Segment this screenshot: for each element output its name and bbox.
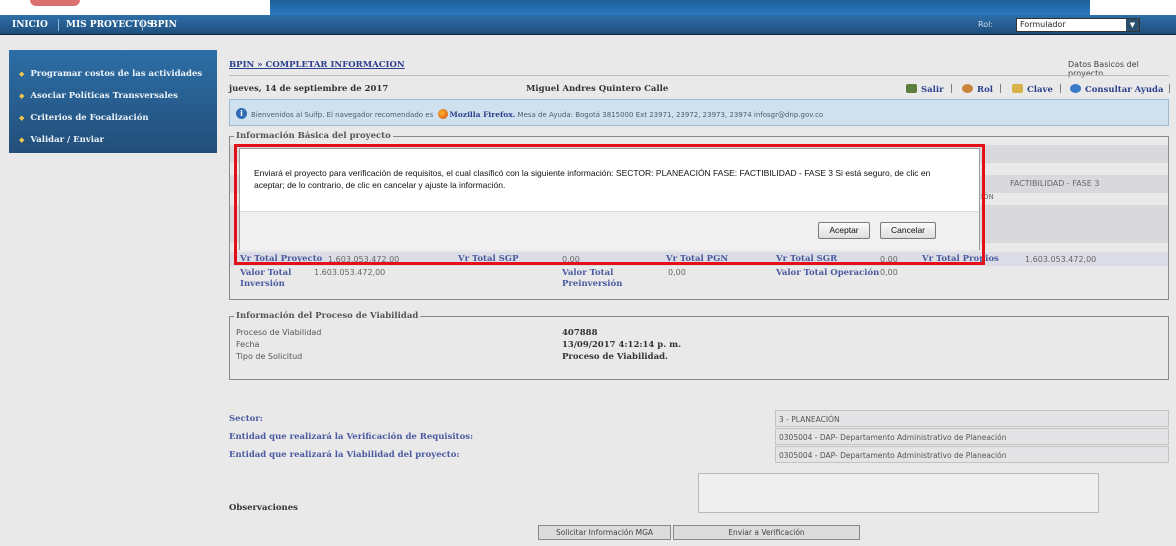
inversion-value: 1.603.053.472,00 (314, 268, 386, 277)
enviar-verificacion-button[interactable]: Enviar a Verificación (673, 525, 860, 540)
bullet-icon: ◆ (19, 113, 25, 122)
firefox-icon (437, 109, 448, 119)
sidebar-item-criterios[interactable]: ◆ Criterios de Focalización (19, 113, 149, 123)
viability-row-label: Fecha (236, 340, 260, 349)
salir-link[interactable]: Salir (906, 84, 944, 95)
viability-row-value: 13/09/2017 4:12:14 p. m. (562, 340, 682, 350)
observaciones-label: Observaciones (229, 503, 298, 513)
role-select[interactable]: Formulador ▼ (1016, 18, 1140, 32)
verificacion-field: 0305004 - DAP- Departamento Administrati… (775, 428, 1169, 445)
welcome-text: Bienvenidos al Suifp. El navegador recom… (251, 109, 824, 119)
viability-row-value: Proceso de Viabilidad. (562, 352, 669, 362)
viability-row-label: Tipo de Solicitud (236, 352, 303, 361)
sidebar-item-validar-enviar[interactable]: ◆ Validar / Enviar (19, 135, 104, 145)
operacion-label: Valor Total Operación (776, 268, 880, 278)
help-icon (1070, 84, 1081, 93)
viabilidad-label: Entidad que realizará la Viabilidad del … (229, 450, 460, 460)
solicitar-mga-button[interactable]: Solicitar Información MGA (538, 525, 671, 540)
section-legend: Información del Proceso de Viabilidad (234, 311, 421, 321)
viability-row-label: Proceso de Viabilidad (236, 328, 322, 337)
chevron-down-icon[interactable]: ▼ (1126, 19, 1139, 31)
exit-icon (906, 84, 917, 93)
consultar-ayuda-link[interactable]: Consultar Ayuda (1070, 84, 1164, 95)
sidebar-item-label: Criterios de Focalización (30, 113, 149, 123)
link-separator: | (950, 84, 953, 94)
total-propios-value: 1.603.053.472,00 (1025, 255, 1097, 264)
preinversion-value: 0,00 (668, 268, 686, 277)
verificacion-label: Entidad que realizará la Verificación de… (229, 432, 474, 442)
sidebar-item-politicas[interactable]: ◆ Asociar Políticas Transversales (19, 91, 178, 101)
user-name: Miguel Andres Quintero Calle (526, 84, 669, 94)
top-banner (0, 0, 1176, 15)
divider (229, 75, 1169, 76)
clave-link[interactable]: Clave (1012, 84, 1053, 95)
link-separator: | (999, 84, 1002, 94)
firefox-link[interactable]: Mozilla Firefox. (450, 110, 516, 119)
observaciones-textarea[interactable] (698, 473, 1099, 513)
nav-mis-proyectos[interactable]: MIS PROYECTOS (66, 15, 153, 35)
sidebar-item-programar-costos[interactable]: ◆ Programar costos de las actividades (19, 69, 202, 79)
highlight-box (234, 144, 985, 265)
rol-link[interactable]: Rol (962, 84, 993, 95)
viability-row-value: 407888 (562, 328, 598, 338)
nav-divider (58, 19, 59, 31)
current-date: jueves, 14 de septiembre de 2017 (229, 84, 389, 94)
operacion-value: 0,00 (880, 268, 898, 277)
bullet-icon: ◆ (19, 135, 25, 144)
user-icon (962, 84, 973, 93)
sector-field: 3 - PLANEACIÓN (775, 410, 1169, 427)
logo (30, 0, 80, 6)
role-label: Rol: (978, 20, 994, 29)
banner-image (270, 0, 1090, 15)
sidebar-item-label: Asociar Políticas Transversales (30, 91, 178, 101)
fase-value: FACTIBILIDAD - FASE 3 (1010, 179, 1100, 188)
breadcrumb[interactable]: BPIN » COMPLETAR INFORMACION (229, 60, 405, 70)
sidebar-item-label: Validar / Enviar (30, 135, 104, 145)
sidebar: ◆ Programar costos de las actividades ◆ As… (9, 50, 217, 153)
sector-label: Sector: (229, 414, 263, 424)
welcome-banner: i Bienvenidos al Suifp. El navegador rec… (229, 99, 1169, 126)
bullet-icon: ◆ (19, 69, 25, 78)
role-select-value: Formulador (1020, 20, 1066, 29)
info-icon: i (236, 108, 247, 119)
viabilidad-field: 0305004 - DAP- Departamento Administrati… (775, 446, 1169, 463)
bullet-icon: ◆ (19, 91, 25, 100)
nav-inicio[interactable]: INICIO (12, 15, 48, 35)
link-separator: | (1059, 84, 1062, 94)
main-nav: INICIO MIS PROYECTOS BPIN Rol: Formulado… (0, 15, 1176, 35)
viability-section: Información del Proceso de Viabilidad Pr… (229, 311, 1169, 380)
preinversion-label: Valor Total Preinversión (562, 268, 623, 289)
link-separator: | (1168, 84, 1171, 94)
nav-divider (142, 19, 143, 31)
key-icon (1012, 84, 1023, 93)
section-legend: Información Básica del proyecto (234, 131, 393, 141)
nav-bpin[interactable]: BPIN (150, 15, 177, 35)
sidebar-item-label: Programar costos de las actividades (30, 69, 203, 79)
inversion-label: Valor Total Inversión (240, 268, 292, 289)
